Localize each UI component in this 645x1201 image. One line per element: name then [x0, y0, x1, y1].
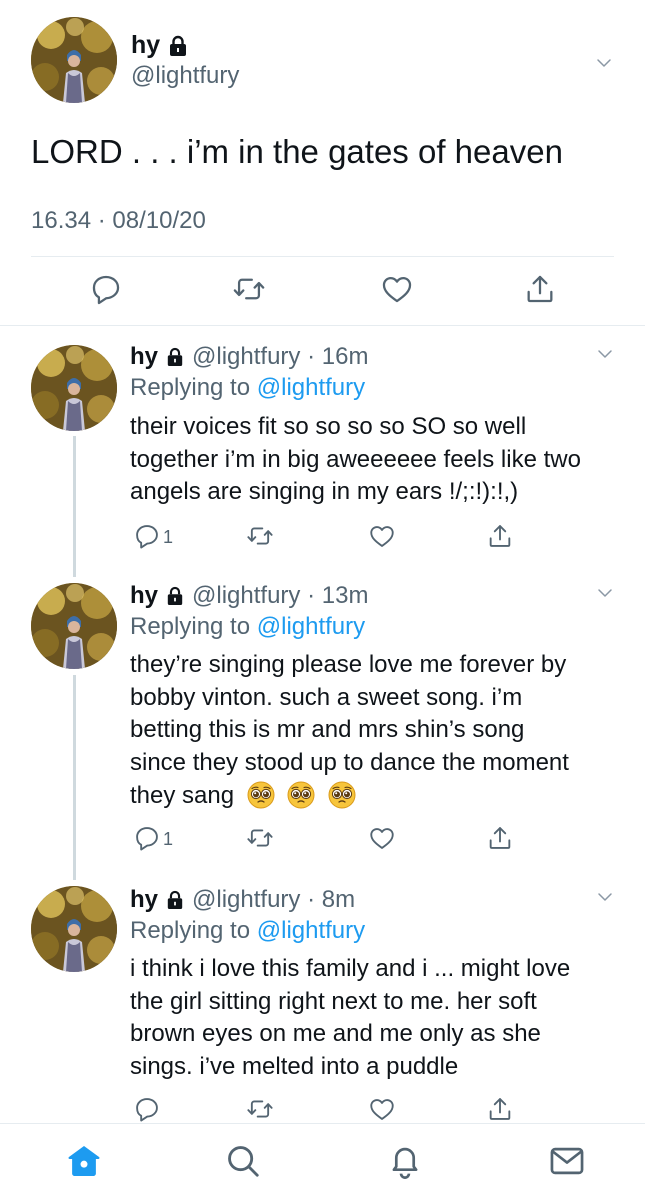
tweet-text-line: sings. i’ve melted into a puddle	[130, 1053, 459, 1081]
lock-icon	[166, 347, 184, 367]
chevron-down-icon[interactable]	[596, 584, 614, 602]
main-tweet: hy @lightfury LORD . . . i’m in the gate…	[0, 0, 645, 326]
replying-to-link[interactable]: @lightfury	[257, 613, 365, 640]
chevron-down-icon[interactable]	[596, 345, 614, 363]
tweet-text-line: together i’m in big aweeeeee feels like …	[130, 445, 581, 473]
search-icon[interactable]	[224, 1142, 262, 1180]
display-name[interactable]: hy	[130, 582, 158, 610]
reply-icon[interactable]	[133, 522, 161, 550]
chevron-down-icon[interactable]	[596, 888, 614, 906]
replying-to: Replying to @lightfury	[130, 374, 365, 402]
tweet-text: LORD . . . i’m in the gates of heaven	[31, 133, 563, 170]
thread-line	[73, 675, 76, 880]
handle-time: @lightfury · 16m	[192, 343, 369, 370]
tweet-text-line: bobby vinton. such a sweet song. i’m	[130, 683, 523, 711]
tweet-text-line: betting this is mr and mrs shin’s song	[130, 716, 525, 744]
thread-line	[73, 436, 76, 577]
handle[interactable]: @lightfury	[131, 62, 239, 90]
replying-to: Replying to @lightfury	[130, 613, 365, 641]
avatar[interactable]	[31, 886, 117, 972]
notifications-icon[interactable]	[386, 1142, 424, 1180]
messages-icon[interactable]	[548, 1142, 586, 1180]
like-icon[interactable]	[380, 272, 414, 306]
share-icon[interactable]	[523, 272, 557, 306]
share-icon[interactable]	[486, 824, 514, 852]
retweet-icon[interactable]	[232, 272, 266, 306]
lock-icon	[166, 890, 184, 910]
reply-icon[interactable]	[133, 824, 161, 852]
display-name[interactable]: hy	[130, 886, 158, 914]
share-icon[interactable]	[486, 1095, 514, 1123]
replying-to-link[interactable]: @lightfury	[257, 374, 365, 401]
like-icon[interactable]	[368, 824, 396, 852]
avatar[interactable]	[31, 17, 117, 103]
pleading-face-emoji	[328, 781, 356, 809]
tweet-header: hy @lightfury · 13m	[130, 582, 368, 610]
tweet-text: i think i love this family and i ... mig…	[130, 953, 630, 1084]
tweet-text: their voices fit so so so so SO so well …	[130, 411, 630, 509]
lock-icon	[166, 586, 184, 606]
display-name[interactable]: hy	[130, 343, 158, 371]
pleading-face-emoji	[247, 781, 275, 809]
tweet-text-line: angels are singing in my ears !/;:!):!,)	[130, 478, 519, 506]
tweet-text: they’re singing please love me forever b…	[130, 649, 630, 813]
handle-time: @lightfury · 13m	[192, 582, 369, 609]
pleading-face-emoji	[287, 781, 315, 809]
reply-icon[interactable]	[89, 272, 123, 306]
avatar[interactable]	[31, 345, 117, 431]
share-icon[interactable]	[486, 522, 514, 550]
reply-icon[interactable]	[133, 1095, 161, 1123]
handle-time: @lightfury · 8m	[192, 886, 356, 913]
replying-to-label: Replying to	[130, 917, 251, 944]
reply-count: 1	[163, 527, 174, 547]
tweet-text-fragment: they sang	[130, 781, 235, 809]
reply-count: 1	[163, 829, 174, 849]
replying-to-link[interactable]: @lightfury	[257, 917, 365, 944]
chevron-down-icon[interactable]	[595, 54, 613, 72]
tweet-header: hy @lightfury · 16m	[130, 343, 368, 371]
replying-to-label: Replying to	[130, 374, 251, 401]
tweet-timestamp: 16.34 · 08/10/20	[31, 207, 206, 234]
divider	[31, 256, 614, 257]
like-icon[interactable]	[368, 522, 396, 550]
replying-to-label: Replying to	[130, 613, 251, 640]
retweet-icon[interactable]	[246, 824, 274, 852]
tweet-text-line: they sang	[130, 780, 630, 813]
replying-to: Replying to @lightfury	[130, 917, 365, 945]
display-name-text[interactable]: hy	[131, 31, 160, 60]
like-icon[interactable]	[368, 1095, 396, 1123]
bottom-nav	[0, 1123, 645, 1201]
tweet-text-line: since they stood up to dance the moment	[130, 749, 569, 777]
lock-icon	[168, 35, 188, 57]
retweet-icon[interactable]	[246, 522, 274, 550]
tweet-text-line: brown eyes on me and me only as she	[130, 1020, 541, 1048]
tweet-text-line: the girl sitting right next to me. her s…	[130, 987, 537, 1015]
display-name[interactable]: hy	[131, 31, 188, 60]
tweet-header: hy @lightfury · 8m	[130, 886, 355, 914]
home-icon[interactable]	[65, 1142, 103, 1180]
tweet-text-line: i think i love this family and i ... mig…	[130, 955, 571, 982]
tweet-text-line: their voices fit so so so so SO so well	[130, 413, 527, 440]
retweet-icon[interactable]	[246, 1095, 274, 1123]
avatar[interactable]	[31, 583, 117, 669]
tweet-text-line: they’re singing please love me forever b…	[130, 651, 567, 678]
